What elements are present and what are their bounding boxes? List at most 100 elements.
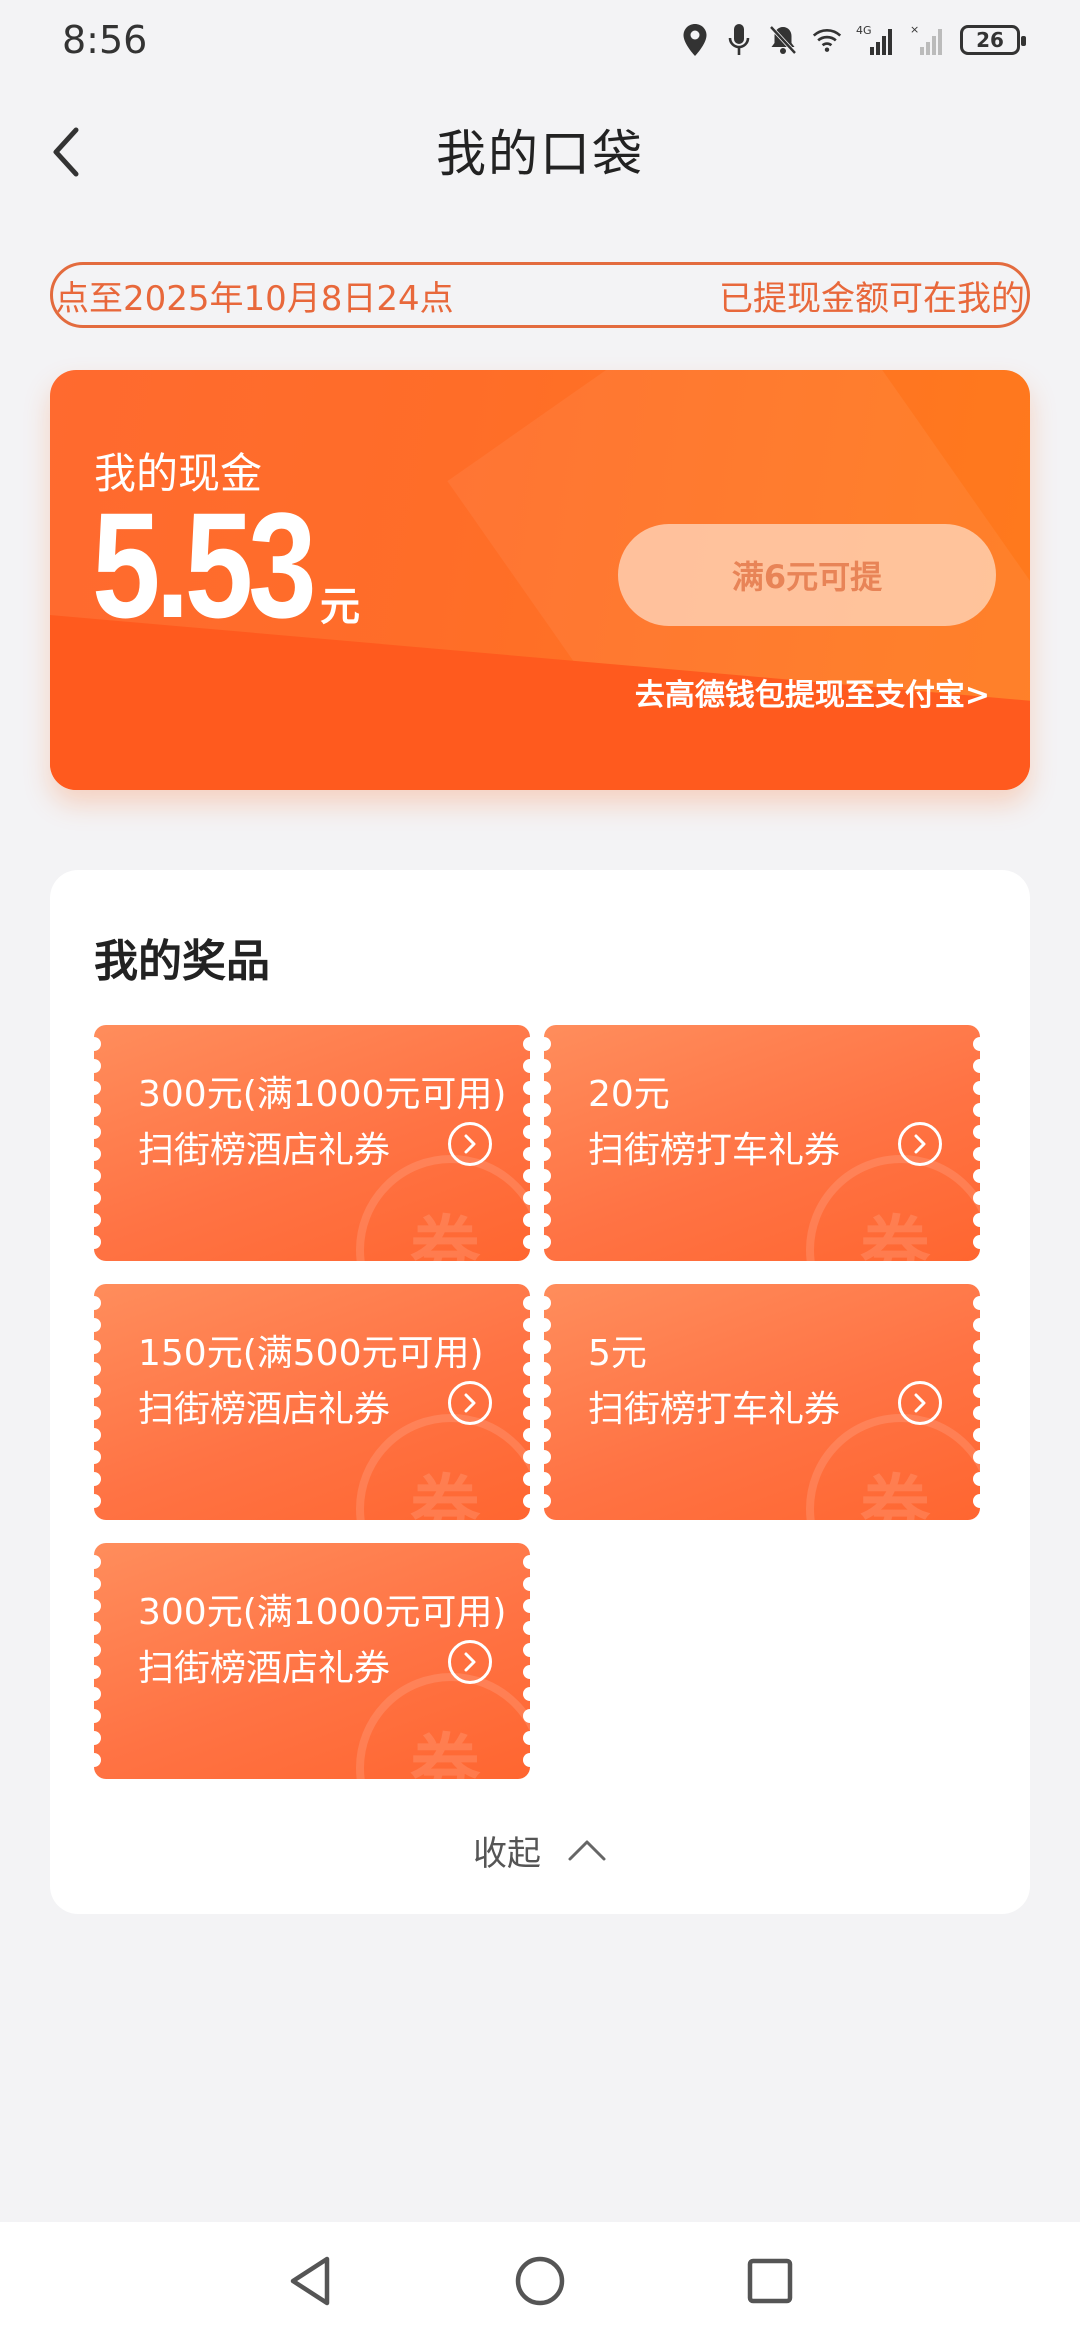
coupon-amount: 300元(满1000元可用): [138, 1074, 507, 1115]
coupon-watermark-text: 券: [410, 1726, 480, 1779]
circle-chevron-right-icon[interactable]: [448, 1640, 492, 1684]
coupon-notch: [544, 1362, 551, 1376]
coupon-notch: [523, 1169, 530, 1183]
wifi-icon: [812, 23, 842, 57]
signal-4g-icon: 4G: [856, 23, 896, 57]
coupon-name: 扫街榜酒店礼券: [138, 1648, 391, 1689]
coupon-notch: [523, 1665, 530, 1679]
coupon-notch: [523, 1428, 530, 1442]
coupon-notch: [94, 1472, 101, 1486]
notice-left-text: 点至2025年10月8日24点: [55, 278, 454, 319]
status-time: 8:56: [62, 18, 148, 62]
coupon-notch: [523, 1472, 530, 1486]
coupon-amount: 150元(满500元可用): [138, 1333, 484, 1374]
coupon-notch: [973, 1213, 980, 1227]
coupon-notch: [94, 1235, 101, 1249]
nav-recents-button[interactable]: [735, 2246, 805, 2316]
coupon-notch: [544, 1191, 551, 1205]
withdraw-button[interactable]: 满6元可提: [618, 524, 996, 626]
coupon-notch: [973, 1494, 980, 1508]
coupon-notch: [544, 1428, 551, 1442]
coupon-notch: [94, 1599, 101, 1613]
coupon-notch: [544, 1081, 551, 1095]
cash-amount-row: 5.53 元: [92, 490, 360, 640]
coupon-notch: [973, 1191, 980, 1205]
coupon-notch: [523, 1340, 530, 1354]
collapse-button[interactable]: 收起: [50, 1820, 1030, 1880]
coupon-notch: [94, 1081, 101, 1095]
coupon-card[interactable]: 券 300元(满1000元可用) 扫街榜酒店礼券: [94, 1543, 530, 1779]
coupon-notch: [973, 1384, 980, 1398]
coupon-notch: [973, 1147, 980, 1161]
coupon-notch: [523, 1213, 530, 1227]
coupon-notch: [523, 1709, 530, 1723]
coupon-notch: [973, 1428, 980, 1442]
coupon-notch: [973, 1450, 980, 1464]
cash-unit: 元: [319, 584, 360, 630]
coupon-notch: [544, 1384, 551, 1398]
coupon-notch: [94, 1709, 101, 1723]
circle-chevron-right-icon[interactable]: [898, 1381, 942, 1425]
coupon-name: 扫街榜酒店礼券: [138, 1389, 391, 1430]
coupon-notch: [973, 1472, 980, 1486]
coupon-notch: [94, 1450, 101, 1464]
circle-chevron-right-icon[interactable]: [448, 1122, 492, 1166]
coupon-card[interactable]: 券 150元(满500元可用) 扫街榜酒店礼券: [94, 1284, 530, 1520]
wallet-withdraw-link[interactable]: 去高德钱包提现至支付宝>: [635, 670, 990, 714]
coupon-notch: [94, 1340, 101, 1354]
coupon-notch: [544, 1340, 551, 1354]
coupon-notch: [973, 1296, 980, 1310]
coupon-watermark-text: 券: [860, 1208, 930, 1261]
svg-text:4G: 4G: [856, 24, 872, 37]
coupon-card[interactable]: 券 300元(满1000元可用) 扫街榜酒店礼券: [94, 1025, 530, 1261]
circle-chevron-right-icon[interactable]: [448, 1381, 492, 1425]
coupon-notch: [523, 1318, 530, 1332]
coupon-notch: [544, 1147, 551, 1161]
coupon-notch: [94, 1665, 101, 1679]
coupon-notch: [544, 1472, 551, 1486]
back-button[interactable]: [36, 122, 96, 182]
coupon-notch: [973, 1125, 980, 1139]
coupon-amount: 20元: [588, 1074, 670, 1115]
cash-card: 我的现金 5.53 元 满6元可提 去高德钱包提现至支付宝>: [50, 370, 1030, 790]
coupon-name: 扫街榜打车礼券: [588, 1389, 841, 1430]
nav-home-button[interactable]: [505, 2246, 575, 2316]
coupon-notch: [973, 1081, 980, 1095]
coupon-notch: [523, 1191, 530, 1205]
collapse-label: 收起: [473, 1833, 541, 1874]
location-icon: [680, 23, 710, 57]
coupon-notch: [523, 1125, 530, 1139]
coupon-notch: [973, 1103, 980, 1117]
coupon-notch: [523, 1235, 530, 1249]
coupon-card[interactable]: 券 20元 扫街榜打车礼券: [544, 1025, 980, 1261]
coupon-notch: [94, 1577, 101, 1591]
svg-text:×: ×: [910, 23, 919, 36]
coupon-notch: [94, 1753, 101, 1767]
coupon-notch: [544, 1125, 551, 1139]
coupon-notch: [523, 1362, 530, 1376]
coupon-notch: [544, 1494, 551, 1508]
coupon-notch: [523, 1753, 530, 1767]
coupon-notch: [523, 1081, 530, 1095]
chevron-up-icon: [568, 1840, 606, 1861]
coupon-notch: [544, 1059, 551, 1073]
coupon-notch: [544, 1213, 551, 1227]
coupon-notch: [523, 1621, 530, 1635]
coupon-amount: 5元: [588, 1333, 647, 1374]
coupon-amount: 300元(满1000元可用): [138, 1592, 507, 1633]
square-recents-icon: [747, 2258, 793, 2304]
coupon-notch: [523, 1037, 530, 1051]
coupon-notch: [94, 1555, 101, 1569]
coupon-card[interactable]: 券 5元 扫街榜打车礼券: [544, 1284, 980, 1520]
nav-back-button[interactable]: [275, 2246, 345, 2316]
coupon-notch: [544, 1169, 551, 1183]
coupon-notch: [523, 1555, 530, 1569]
coupon-notch: [94, 1384, 101, 1398]
coupon-notch: [94, 1406, 101, 1420]
coupon-notch: [544, 1103, 551, 1117]
coupon-watermark-text: 券: [410, 1208, 480, 1261]
circle-chevron-right-icon[interactable]: [898, 1122, 942, 1166]
coupon-notch: [523, 1059, 530, 1073]
coupon-notch: [94, 1213, 101, 1227]
header: 我的口袋: [0, 100, 1080, 200]
